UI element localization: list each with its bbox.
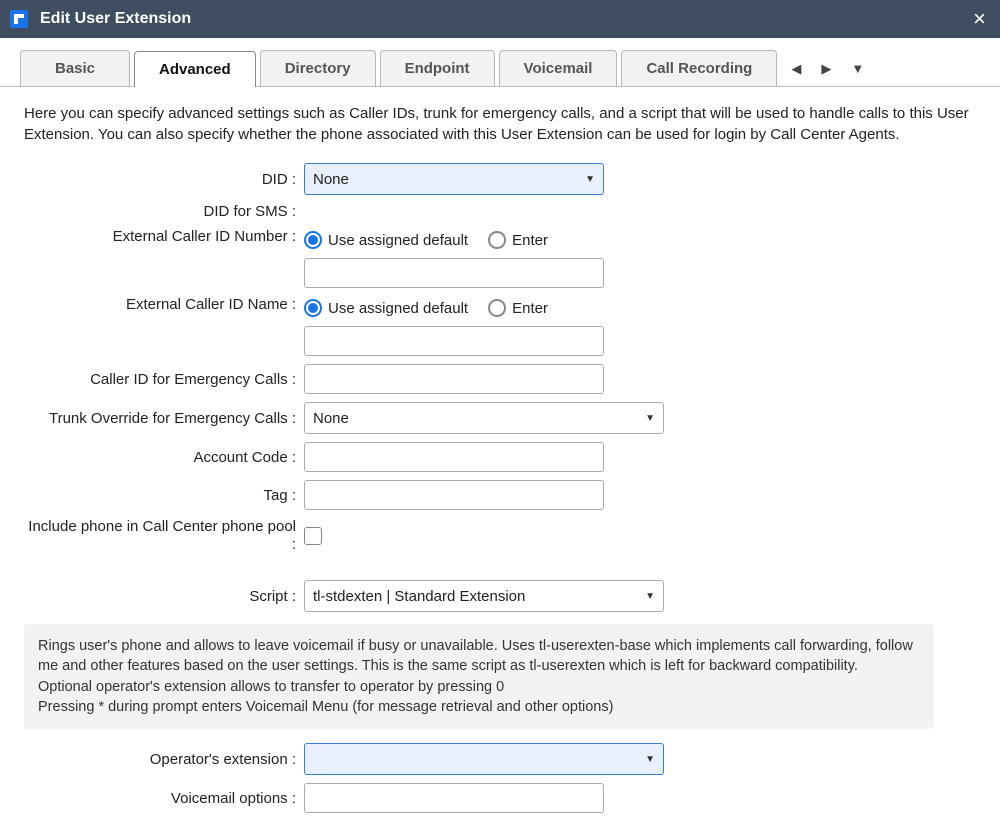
tab-menu-icon[interactable] — [851, 60, 867, 76]
label-did-sms: DID for SMS : — [24, 203, 304, 220]
label-tag: Tag : — [24, 487, 304, 504]
trunk-override-select[interactable]: None — [304, 402, 664, 434]
label-trunk-override: Trunk Override for Emergency Calls : — [24, 410, 304, 427]
label-account-code: Account Code : — [24, 449, 304, 466]
chevron-down-icon — [585, 174, 595, 185]
intro-text: Here you can specify advanced settings s… — [24, 103, 976, 145]
ext-cid-name-radio-enter[interactable]: Enter — [488, 299, 548, 317]
label-include-pool: Include phone in Call Center phone pool … — [24, 518, 304, 554]
radio-unselected-icon — [488, 231, 506, 249]
tab-directory[interactable]: Directory — [260, 50, 376, 86]
radio-label: Enter — [512, 300, 548, 317]
radio-selected-icon — [304, 299, 322, 317]
form-body: Here you can specify advanced settings s… — [0, 87, 1000, 837]
tag-input[interactable] — [304, 480, 604, 510]
did-select[interactable]: None — [304, 163, 604, 195]
radio-selected-icon — [304, 231, 322, 249]
chevron-down-icon — [645, 591, 655, 602]
script-select[interactable]: tl-stdexten | Standard Extension — [304, 580, 664, 612]
script-description: Rings user's phone and allows to leave v… — [24, 624, 934, 729]
script-desc-p3: Pressing * during prompt enters Voicemai… — [38, 697, 920, 717]
radio-label: Use assigned default — [328, 232, 468, 249]
label-operators-ext: Operator's extension : — [24, 751, 304, 768]
did-select-value: None — [313, 171, 349, 188]
tab-nav — [791, 60, 867, 86]
radio-unselected-icon — [488, 299, 506, 317]
tab-row: Basic Advanced Directory Endpoint Voicem… — [0, 38, 1000, 87]
ext-cid-number-radio-enter[interactable]: Enter — [488, 231, 548, 249]
ext-cid-number-input[interactable] — [304, 258, 604, 288]
radio-label: Enter — [512, 232, 548, 249]
label-ext-cid-name: External Caller ID Name : — [24, 296, 304, 313]
ext-cid-number-radio-default[interactable]: Use assigned default — [304, 231, 468, 249]
tab-prev-icon[interactable] — [791, 60, 807, 76]
ext-cid-name-radio-default[interactable]: Use assigned default — [304, 299, 468, 317]
trunk-override-value: None — [313, 410, 349, 427]
tab-basic[interactable]: Basic — [20, 50, 130, 86]
label-ext-cid-number: External Caller ID Number : — [24, 228, 304, 245]
window-titlebar: Edit User Extension × — [0, 0, 1000, 38]
ext-cid-name-input[interactable] — [304, 326, 604, 356]
script-desc-p1: Rings user's phone and allows to leave v… — [38, 636, 920, 677]
tab-advanced[interactable]: Advanced — [134, 51, 256, 87]
chevron-down-icon — [645, 754, 655, 765]
operators-ext-select[interactable] — [304, 743, 664, 775]
close-icon[interactable]: × — [969, 6, 990, 32]
tab-call-recording[interactable]: Call Recording — [621, 50, 777, 86]
label-script: Script : — [24, 588, 304, 605]
label-cid-emergency: Caller ID for Emergency Calls : — [24, 371, 304, 388]
window-title: Edit User Extension — [40, 10, 191, 28]
script-desc-p2: Optional operator's extension allows to … — [38, 677, 920, 697]
cid-emergency-input[interactable] — [304, 364, 604, 394]
label-did: DID : — [24, 171, 304, 188]
include-pool-checkbox[interactable] — [304, 527, 322, 545]
tab-endpoint[interactable]: Endpoint — [380, 50, 495, 86]
account-code-input[interactable] — [304, 442, 604, 472]
chevron-down-icon — [645, 413, 655, 424]
script-select-value: tl-stdexten | Standard Extension — [313, 588, 525, 605]
tab-next-icon[interactable] — [821, 60, 837, 76]
label-voicemail-options: Voicemail options : — [24, 790, 304, 807]
voicemail-options-input[interactable] — [304, 783, 604, 813]
tab-voicemail[interactable]: Voicemail — [499, 50, 618, 86]
radio-label: Use assigned default — [328, 300, 468, 317]
app-icon — [10, 10, 28, 28]
